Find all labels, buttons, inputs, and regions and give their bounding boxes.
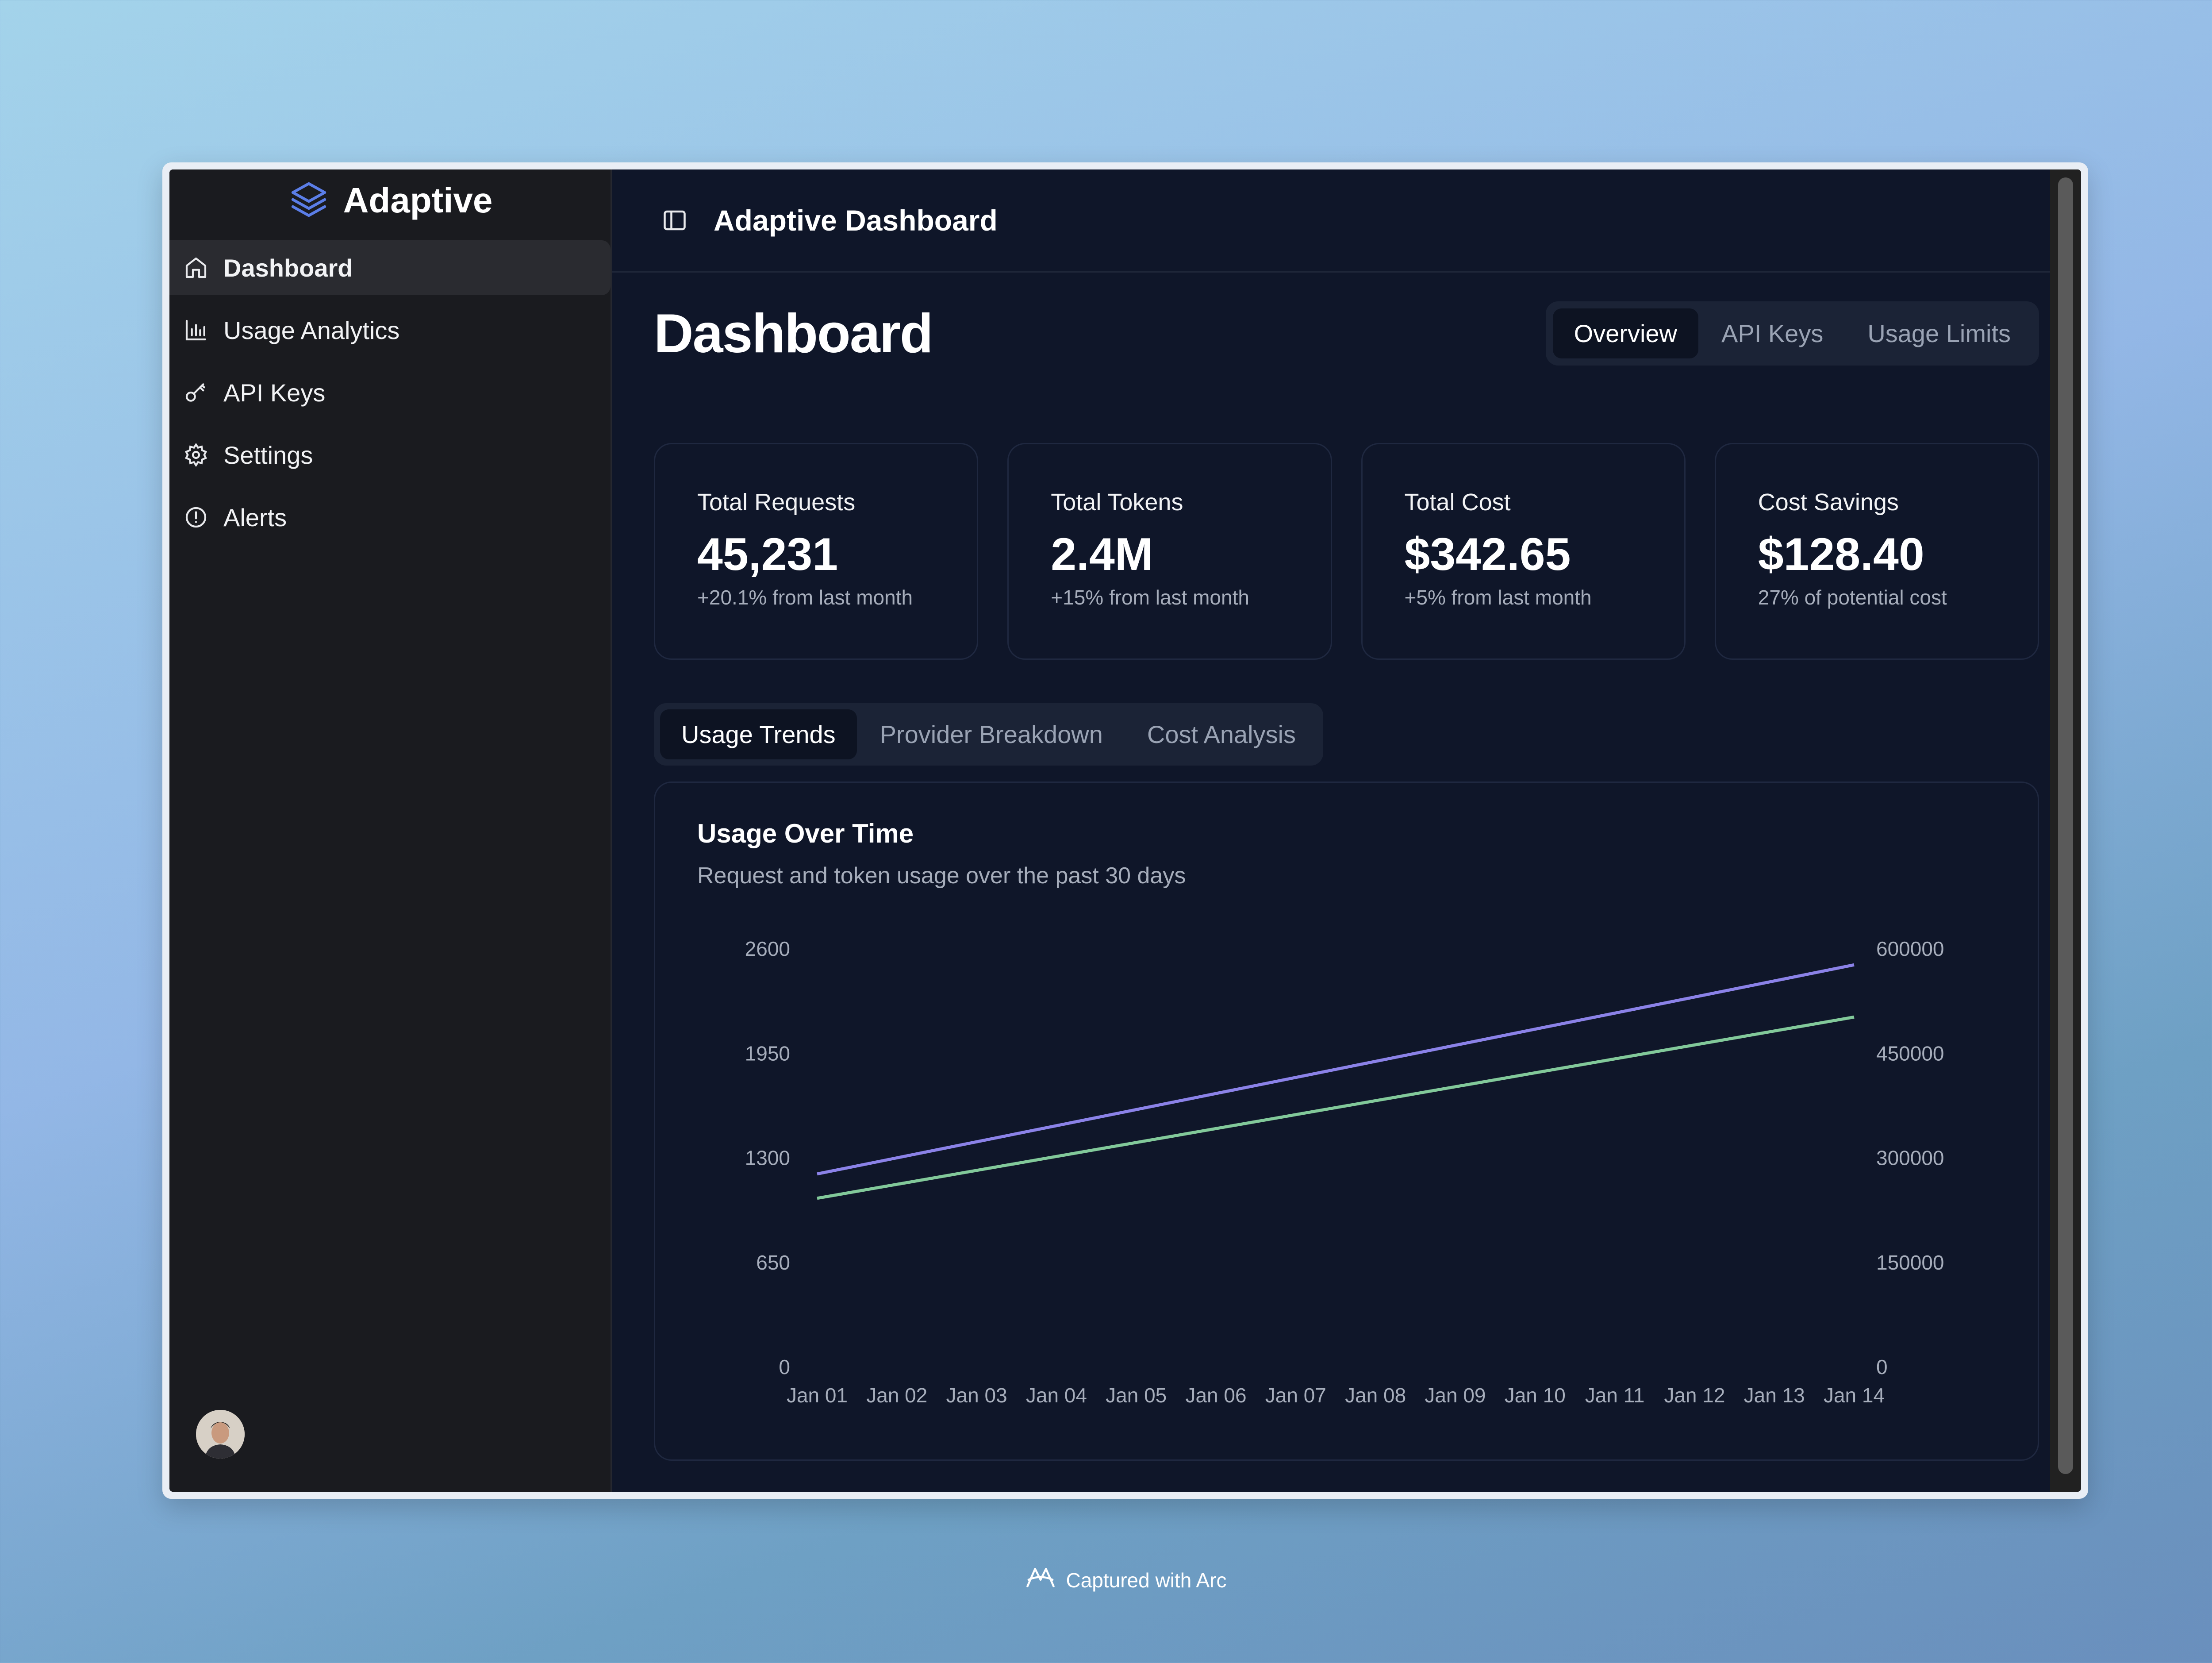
tab-api-keys[interactable]: API Keys [1700, 308, 1844, 358]
page-header: Dashboard Overview API Keys Usage Limits [654, 301, 2039, 366]
stat-card-total-requests: Total Requests 45,231 +20.1% from last m… [654, 443, 979, 660]
x-tick-label: Jan 03 [946, 1384, 1007, 1407]
y-right-tick-label: 0 [1876, 1355, 1888, 1378]
main-panel: Adaptive Dashboard Dashboard Overview AP… [612, 169, 2081, 1492]
stat-card-total-tokens: Total Tokens 2.4M +15% from last month [1007, 443, 1332, 660]
stat-card-cost-savings: Cost Savings $128.40 27% of potential co… [1714, 443, 2039, 660]
content: Dashboard Overview API Keys Usage Limits… [654, 273, 2039, 1461]
page-title: Dashboard [654, 303, 933, 364]
home-icon [183, 254, 209, 281]
tab-usage-limits[interactable]: Usage Limits [1846, 308, 2032, 358]
x-tick-label: Jan 14 [1824, 1384, 1885, 1407]
avatar[interactable] [196, 1410, 245, 1459]
y-left-tick-label: 1300 [745, 1147, 790, 1170]
x-tick-label: Jan 04 [1026, 1384, 1087, 1407]
series-line-0 [817, 963, 1855, 1176]
top-bar: Adaptive Dashboard [612, 169, 2081, 273]
stat-title: Total Tokens [1051, 489, 1183, 516]
x-tick-label: Jan 05 [1106, 1384, 1167, 1407]
sidebar-toggle-icon[interactable] [661, 206, 689, 235]
sidebar-item-label: Settings [223, 441, 313, 469]
sidebar-item-label: API Keys [223, 378, 326, 407]
page-tabs: Overview API Keys Usage Limits [1545, 301, 2039, 366]
x-tick-label: Jan 01 [787, 1384, 848, 1407]
usage-chart-card: Usage Over Time Request and token usage … [654, 781, 2039, 1461]
stat-title: Total Cost [1404, 489, 1511, 516]
tab-cost-analysis[interactable]: Cost Analysis [1126, 709, 1317, 759]
stat-change: +15% from last month [1051, 586, 1249, 609]
chart-tabs: Usage Trends Provider Breakdown Cost Ana… [654, 703, 1324, 766]
series-line-1 [817, 1015, 1855, 1200]
scrollbar-thumb[interactable] [2058, 177, 2073, 1474]
usage-line-chart: 0 650 1300 1950 2600 0 150000 300000 450000 60000… [745, 937, 1944, 1407]
y-left-tick-label: 650 [756, 1251, 790, 1274]
stat-title: Total Requests [697, 489, 856, 516]
sidebar-nav: Dashboard Usage Analytics API Keys Setti… [169, 240, 611, 545]
app-shell: Adaptive Dashboard Usage Analytics API K… [169, 169, 2081, 1492]
x-tick-label: Jan 11 [1585, 1384, 1645, 1407]
y-left-tick-label: 1950 [745, 1042, 790, 1065]
alert-circle-icon [183, 504, 209, 531]
arc-logo-icon [1024, 1564, 1057, 1596]
sidebar-item-usage-analytics[interactable]: Usage Analytics [169, 303, 611, 358]
stat-change: +20.1% from last month [697, 586, 913, 609]
x-tick-label: Jan 12 [1664, 1384, 1725, 1407]
stat-value: $342.65 [1404, 529, 1571, 580]
sidebar-item-label: Dashboard [223, 254, 353, 282]
stat-value: 45,231 [697, 529, 838, 580]
x-tick-label: Jan 09 [1425, 1384, 1486, 1407]
stat-title: Cost Savings [1758, 489, 1899, 516]
sidebar-item-alerts[interactable]: Alerts [169, 490, 611, 545]
stat-change: +5% from last month [1404, 586, 1592, 609]
stat-value: $128.40 [1758, 529, 1924, 580]
sidebar-item-label: Usage Analytics [223, 316, 400, 344]
y-right-tick-label: 450000 [1876, 1042, 1944, 1065]
x-tick-label: Jan 08 [1345, 1384, 1406, 1407]
x-tick-label: Jan 02 [866, 1384, 927, 1407]
browser-window: Adaptive Dashboard Usage Analytics API K… [162, 162, 2088, 1499]
x-tick-label: Jan 06 [1185, 1384, 1246, 1407]
brand[interactable]: Adaptive [169, 169, 611, 240]
layers-logo-icon [288, 178, 330, 223]
key-icon [183, 379, 209, 406]
y-left-tick-label: 2600 [745, 937, 790, 960]
tab-overview[interactable]: Overview [1552, 308, 1698, 358]
sidebar: Adaptive Dashboard Usage Analytics API K… [169, 169, 612, 1492]
gear-icon [183, 442, 209, 468]
x-tick-label: Jan 10 [1505, 1384, 1566, 1407]
stat-change: 27% of potential cost [1758, 586, 1947, 609]
sidebar-item-api-keys[interactable]: API Keys [169, 365, 611, 420]
sidebar-item-settings[interactable]: Settings [169, 427, 611, 482]
x-tick-label: Jan 07 [1265, 1384, 1326, 1407]
bar-chart-icon [183, 317, 209, 343]
y-right-tick-label: 300000 [1876, 1147, 1944, 1170]
capture-caption: Captured with Arc [0, 1564, 2212, 1596]
sidebar-item-label: Alerts [223, 503, 287, 531]
y-left-tick-label: 0 [779, 1355, 790, 1378]
tab-usage-trends[interactable]: Usage Trends [660, 709, 857, 759]
brand-name: Adaptive [343, 181, 493, 220]
stat-cards: Total Requests 45,231 +20.1% from last m… [654, 443, 2039, 660]
capture-text: Captured with Arc [1066, 1568, 1227, 1592]
scrollbar[interactable] [2050, 169, 2081, 1492]
stat-card-total-cost: Total Cost $342.65 +5% from last month [1361, 443, 1686, 660]
x-tick-label: Jan 13 [1744, 1384, 1805, 1407]
top-bar-title: Adaptive Dashboard [714, 204, 998, 237]
sidebar-item-dashboard[interactable]: Dashboard [169, 240, 611, 295]
y-right-tick-label: 150000 [1876, 1251, 1944, 1274]
tab-provider-breakdown[interactable]: Provider Breakdown [859, 709, 1124, 759]
stat-value: 2.4M [1051, 529, 1153, 580]
y-right-tick-label: 600000 [1876, 937, 1944, 960]
